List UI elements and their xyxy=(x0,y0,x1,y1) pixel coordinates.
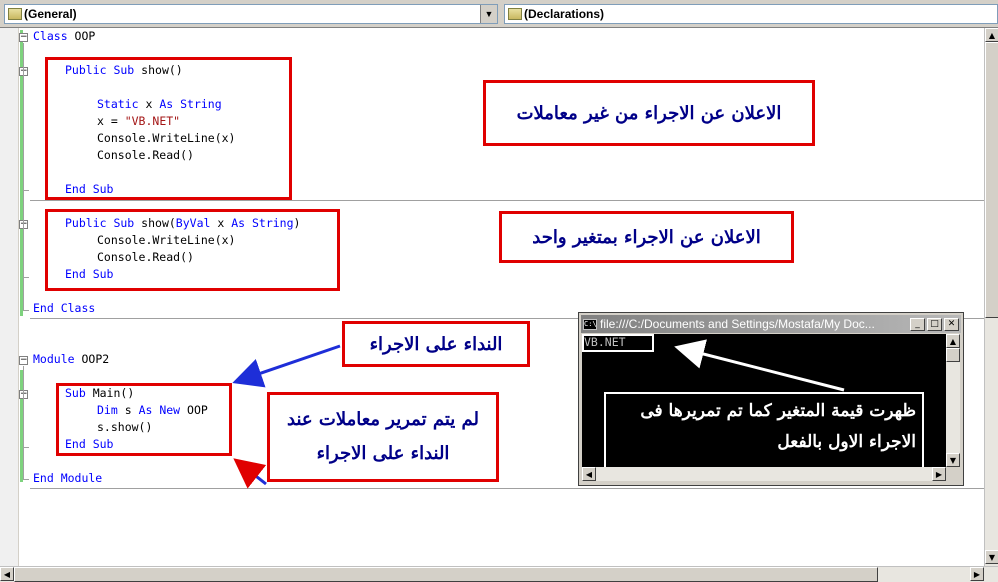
scroll-down-icon[interactable]: ▼ xyxy=(985,550,998,564)
close-icon[interactable]: ✕ xyxy=(944,317,959,331)
console-title: file:///C:/Documents and Settings/Mostaf… xyxy=(600,317,875,331)
console-vertical-scrollbar[interactable]: ▲ ▼ xyxy=(946,334,960,467)
horizontal-scrollbar[interactable]: ◀ ▶ xyxy=(0,566,998,582)
scroll-left-icon[interactable]: ◀ xyxy=(582,467,596,481)
scroll-down-icon[interactable]: ▼ xyxy=(946,453,960,467)
maximize-icon[interactable]: □ xyxy=(927,317,942,331)
scroll-up-icon[interactable]: ▲ xyxy=(985,28,998,42)
console-arrow xyxy=(674,339,845,392)
console-horizontal-scrollbar[interactable]: ◀ ▶ xyxy=(582,467,946,481)
arrow-to-sub-main xyxy=(232,344,341,388)
minimize-icon[interactable]: _ xyxy=(910,317,925,331)
vertical-scroll-thumb[interactable] xyxy=(985,42,998,318)
scroll-up-icon[interactable]: ▲ xyxy=(946,334,960,348)
horizontal-scroll-thumb[interactable] xyxy=(14,567,878,582)
console-output-area: VB.NET ظهرت قيمة المتغير كما تم تمريرها … xyxy=(582,334,946,470)
arrow-to-call xyxy=(233,458,267,489)
console-scroll-thumb[interactable] xyxy=(946,348,960,362)
scroll-right-icon[interactable]: ▶ xyxy=(932,467,946,481)
scroll-right-icon[interactable]: ▶ xyxy=(970,567,984,581)
annotation-arrows xyxy=(232,344,341,489)
scroll-left-icon[interactable]: ◀ xyxy=(0,567,14,581)
console-window[interactable]: C:\ file:///C:/Documents and Settings/Mo… xyxy=(578,312,964,486)
vertical-scrollbar[interactable]: ▲ ▼ xyxy=(984,28,998,566)
console-icon: C:\ xyxy=(583,318,597,330)
arrow-to-output xyxy=(674,339,845,392)
console-title-bar[interactable]: C:\ file:///C:/Documents and Settings/Mo… xyxy=(581,315,961,333)
